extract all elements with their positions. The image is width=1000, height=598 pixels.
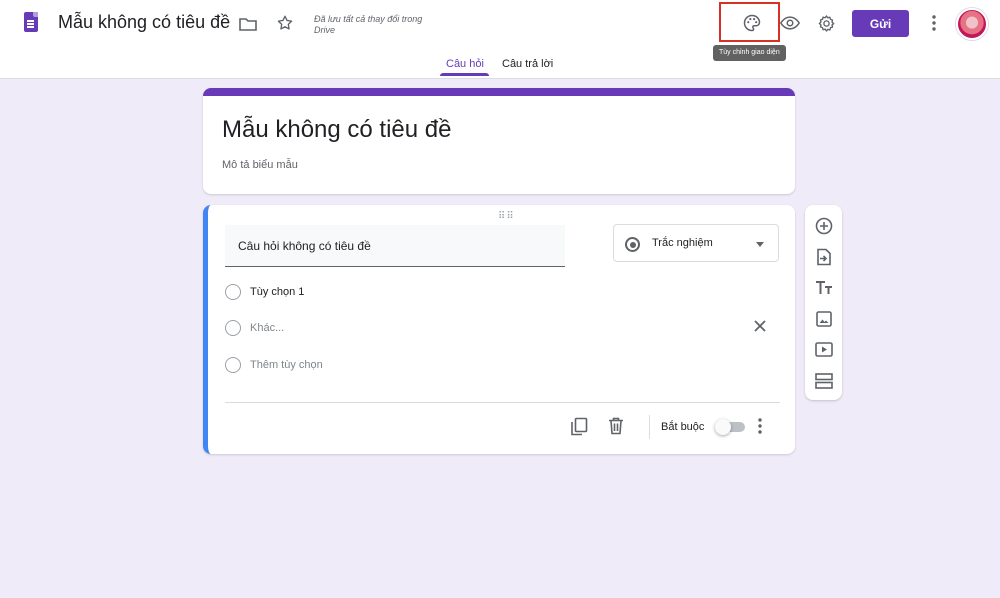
save-status: Đã lưu tất cả thay đổi trong Drive: [314, 14, 423, 35]
avatar[interactable]: [956, 8, 988, 40]
add-video-icon[interactable]: [814, 340, 833, 359]
radio-circle-icon: [225, 320, 241, 336]
send-button[interactable]: Gửi: [852, 10, 909, 37]
gear-icon[interactable]: [815, 12, 837, 34]
form-description[interactable]: Mô tả biểu mẫu: [222, 159, 298, 171]
required-toggle[interactable]: [715, 419, 745, 435]
trash-icon[interactable]: [608, 417, 624, 440]
divider: [225, 402, 780, 403]
dropdown-arrow-icon: [756, 242, 764, 247]
other-option-row[interactable]: Khác...: [225, 318, 725, 338]
question-title: Câu hỏi không có tiêu đề: [238, 239, 371, 253]
active-tab-indicator: [440, 73, 489, 76]
radio-type-icon: [625, 237, 640, 252]
add-option-label[interactable]: Thêm tùy chọn: [250, 359, 323, 371]
question-title-field[interactable]: Câu hỏi không có tiêu đề: [225, 225, 565, 267]
drag-handle-icon[interactable]: ⠿⠿: [498, 211, 515, 222]
folder-icon[interactable]: [238, 14, 258, 34]
form-header-card[interactable]: Mẫu không có tiêu đề Mô tả biểu mẫu: [203, 88, 795, 194]
radio-circle-icon: [225, 357, 241, 373]
toggle-thumb: [715, 419, 731, 435]
star-icon[interactable]: [275, 13, 295, 33]
import-questions-icon[interactable]: [814, 247, 833, 266]
more-vert-icon[interactable]: [758, 418, 762, 439]
app-header: Mẫu không có tiêu đề Đã lưu tất cả thay …: [0, 0, 1000, 79]
forms-doc-icon[interactable]: [24, 12, 38, 32]
form-title[interactable]: Mẫu không có tiêu đề: [222, 116, 452, 144]
required-label: Bắt buộc: [661, 421, 705, 433]
add-section-icon[interactable]: [814, 371, 833, 390]
add-image-icon[interactable]: [814, 309, 833, 328]
option-label[interactable]: Tùy chọn 1: [250, 286, 304, 298]
radio-circle-icon: [225, 284, 241, 300]
option-row[interactable]: Tùy chọn 1: [225, 282, 725, 302]
highlight-frame: [719, 2, 780, 42]
add-question-icon[interactable]: [814, 216, 833, 235]
side-toolbar: [805, 205, 842, 400]
other-option-label[interactable]: Khác...: [250, 322, 284, 334]
copy-icon[interactable]: [570, 417, 588, 441]
add-option-row[interactable]: Thêm tùy chọn: [225, 355, 725, 375]
question-card[interactable]: ⠿⠿ Câu hỏi không có tiêu đề Trắc nghiệm …: [203, 205, 795, 454]
question-type-label: Trắc nghiệm: [652, 237, 713, 249]
document-title[interactable]: Mẫu không có tiêu đề: [58, 12, 230, 33]
question-type-select[interactable]: Trắc nghiệm: [613, 224, 779, 262]
close-icon[interactable]: [753, 319, 769, 335]
tab-responses[interactable]: Câu trả lời: [502, 50, 553, 79]
footer-separator: [649, 415, 650, 439]
more-vert-icon[interactable]: [926, 13, 942, 33]
eye-icon[interactable]: [779, 13, 801, 33]
tab-bar: Câu hỏi Câu trả lời: [0, 50, 1000, 79]
add-title-icon[interactable]: [814, 278, 833, 297]
